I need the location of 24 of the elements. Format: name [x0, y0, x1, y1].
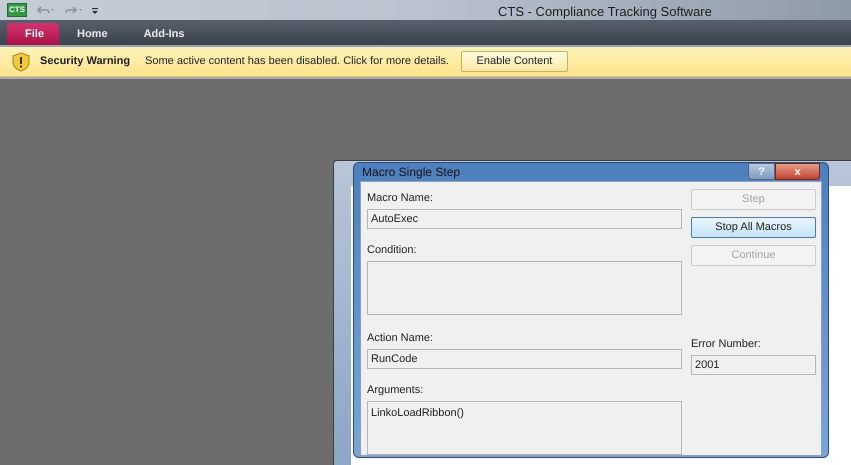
field-label: Condition: [367, 243, 418, 257]
redo-icon[interactable] [65, 5, 83, 15]
field-label: Arguments: [367, 383, 424, 397]
warning-message[interactable]: Some active content has been disabled. Click for more details. [145, 53, 449, 70]
undo-icon[interactable] [37, 5, 55, 15]
window-title: CTS - Compliance Tracking Software [498, 3, 712, 21]
ribbon-tab[interactable]: Home [59, 23, 126, 45]
input-field[interactable]: 2001 [691, 355, 816, 375]
ribbon-tab[interactable]: Add-Ins [126, 23, 203, 45]
dialog-button[interactable]: Stop All Macros [691, 217, 816, 238]
field-label: Action Name: [367, 331, 434, 345]
input-field[interactable]: LinkoLoadRibbon() [367, 401, 682, 455]
input-field[interactable]: AutoExec [367, 209, 682, 229]
warning-title: Security Warning [40, 54, 130, 70]
app-logo: CTS [7, 3, 27, 17]
field-label: Macro Name: [367, 191, 434, 205]
input-field[interactable]: RunCode [367, 349, 682, 369]
customize-icon[interactable] [91, 6, 99, 14]
ribbon-tab[interactable]: File [7, 23, 59, 45]
input-field[interactable] [367, 261, 682, 315]
warning-shield-icon [12, 52, 30, 72]
field-label: Error Number: [691, 337, 762, 351]
dialog-title: Macro Single Step [362, 164, 460, 181]
enable-content-button[interactable]: Enable Content [460, 51, 568, 72]
